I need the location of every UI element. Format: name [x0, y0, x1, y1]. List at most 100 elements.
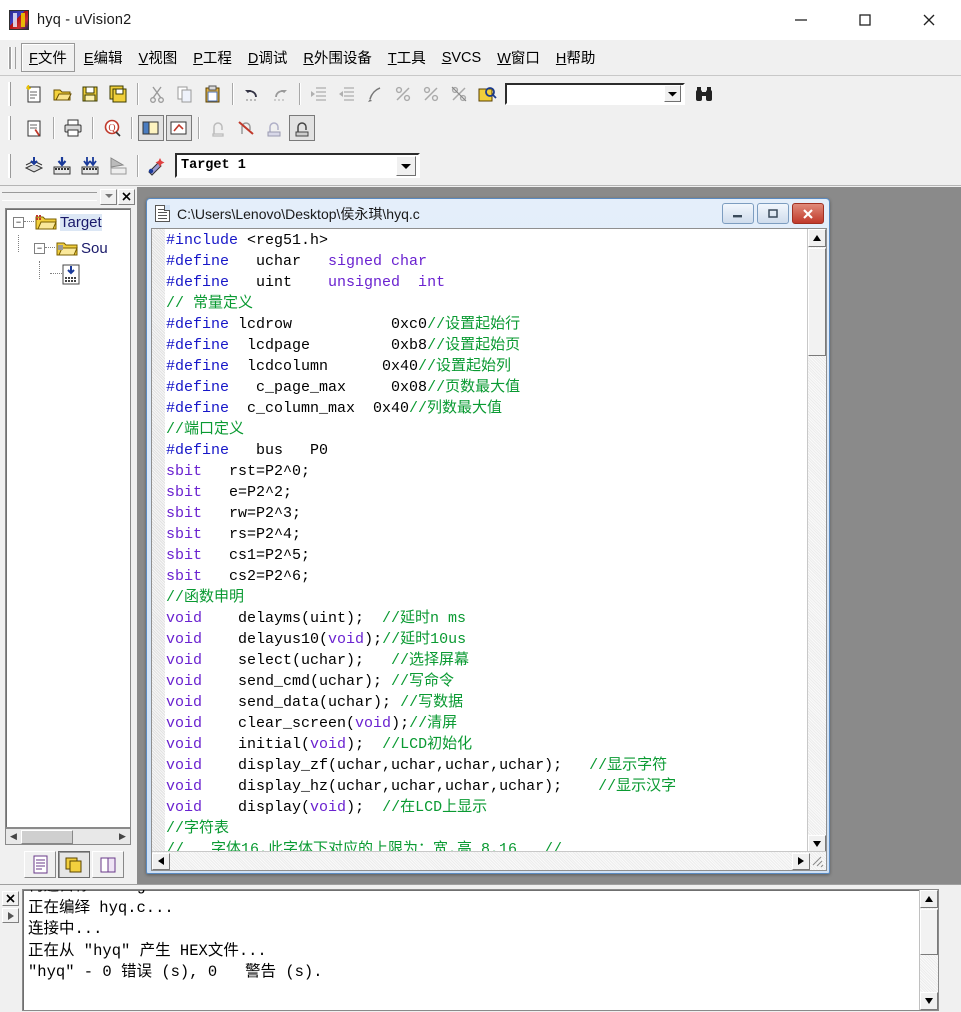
editor-hscrollbar[interactable]	[152, 851, 826, 870]
print-preview-icon[interactable]	[21, 115, 47, 141]
insert-breakpoint-icon[interactable]	[205, 115, 231, 141]
editor-vscrollbar[interactable]	[807, 229, 826, 853]
chevron-down-icon[interactable]	[396, 155, 416, 176]
find-in-files-icon[interactable]	[474, 81, 500, 107]
menu-help[interactable]: H帮助	[549, 44, 602, 71]
scroll-up-icon[interactable]	[808, 229, 826, 247]
minimize-button[interactable]	[769, 0, 833, 39]
menu-edit[interactable]: E编辑	[77, 44, 130, 71]
bookmark-clear-icon[interactable]	[446, 81, 472, 107]
target-select-value: Target 1	[181, 158, 246, 173]
build-toolbar-grip[interactable]	[8, 154, 15, 178]
files-tab[interactable]	[24, 851, 56, 878]
chevron-down-icon[interactable]	[664, 85, 681, 102]
stop-build-icon[interactable]	[105, 153, 131, 179]
tree-node-source-group[interactable]: − Sou	[6, 235, 130, 261]
menu-view[interactable]: V视图	[132, 44, 185, 71]
regs-tab[interactable]	[58, 851, 90, 878]
menu-debug[interactable]: D调试	[241, 44, 294, 71]
target-options-icon[interactable]	[144, 153, 170, 179]
binoculars-find-icon[interactable]	[691, 81, 717, 107]
about-icon[interactable]: Q	[99, 115, 125, 141]
menu-edit-label: 编辑	[93, 51, 123, 67]
project-tree-hscrollbar[interactable]: ◀ ▶	[5, 828, 131, 845]
scroll-left-icon[interactable]: ◀	[6, 829, 21, 844]
undo-icon[interactable]	[239, 81, 265, 107]
tree-expander-source-group[interactable]: −	[34, 242, 45, 254]
bookmark-prev-icon[interactable]	[390, 81, 416, 107]
output-vscrollbar[interactable]	[919, 890, 938, 1010]
editor-gutter[interactable]	[152, 229, 165, 853]
save-all-icon[interactable]	[105, 81, 131, 107]
code-token: );	[346, 736, 383, 753]
build-target-icon[interactable]	[49, 153, 75, 179]
menu-window[interactable]: W窗口	[490, 44, 547, 71]
menu-peripherals[interactable]: R外围设备	[296, 44, 378, 71]
translate-icon[interactable]	[21, 153, 47, 179]
editor-close-button[interactable]	[792, 203, 824, 224]
bookmark-toggle-icon[interactable]	[362, 81, 388, 107]
project-window-icon[interactable]	[138, 114, 164, 141]
vscroll-thumb[interactable]	[808, 248, 826, 356]
editor-minimize-button[interactable]	[722, 203, 754, 224]
rebuild-all-icon[interactable]	[77, 153, 103, 179]
code-token: void	[166, 778, 203, 795]
scroll-right-icon[interactable]: ▶	[115, 829, 130, 844]
panel-menu-icon[interactable]	[100, 188, 117, 205]
save-icon[interactable]	[77, 81, 103, 107]
code-token: <reg51.h>	[247, 232, 329, 249]
build-output-pane[interactable]: 构造目标 'Target 1'正在编绎 hyq.c... 连接中... 正在从 "h…	[22, 889, 939, 1011]
resize-grip-icon[interactable]	[810, 854, 824, 868]
menubar-grip[interactable]	[8, 46, 16, 69]
scroll-right-icon[interactable]	[792, 852, 810, 870]
target-folder-icon	[35, 214, 57, 231]
project-tree[interactable]: − Target − Sou	[5, 208, 131, 828]
scroll-left-icon[interactable]	[152, 852, 170, 870]
file-toolbar-grip[interactable]	[8, 82, 15, 106]
editor-maximize-button[interactable]	[757, 203, 789, 224]
copy-icon[interactable]	[172, 81, 198, 107]
tree-node-target[interactable]: − Target	[6, 209, 130, 235]
bookmark-next-icon[interactable]	[418, 81, 444, 107]
hscroll-thumb[interactable]	[21, 829, 73, 844]
close-button[interactable]	[897, 0, 961, 39]
view-toolbar-grip[interactable]	[8, 116, 15, 140]
open-file-icon[interactable]	[49, 81, 75, 107]
menu-tools[interactable]: T工具	[381, 44, 433, 71]
tree-node-source-file[interactable]	[6, 261, 130, 287]
enable-breakpoint-icon[interactable]	[289, 114, 315, 141]
code-token: //写命令	[391, 673, 455, 690]
close-panel-icon[interactable]	[118, 188, 135, 205]
menu-svcs[interactable]: SVCS	[435, 47, 489, 69]
code-line: sbit rw=P2^3;	[166, 503, 806, 524]
editor-titlebar[interactable]: C:\Users\Lenovo\Desktop\侯永琪\hyq.c	[147, 199, 829, 228]
scroll-down-icon[interactable]	[920, 992, 938, 1010]
kill-all-breakpoints-icon[interactable]	[233, 115, 259, 141]
code-line: sbit rs=P2^4;	[166, 524, 806, 545]
paste-icon[interactable]	[200, 81, 226, 107]
tree-expander-target[interactable]: −	[13, 216, 24, 228]
find-input[interactable]	[507, 85, 664, 102]
find-combo[interactable]	[505, 82, 685, 105]
cut-icon[interactable]	[144, 81, 170, 107]
output-window-icon[interactable]	[166, 114, 192, 141]
close-panel-icon[interactable]	[2, 891, 19, 906]
maximize-button[interactable]	[833, 0, 897, 39]
expand-panel-icon[interactable]	[2, 908, 19, 923]
redo-icon[interactable]	[267, 81, 293, 107]
vscroll-thumb[interactable]	[920, 909, 938, 955]
indent-icon[interactable]	[306, 81, 332, 107]
target-select[interactable]: Target 1	[175, 153, 420, 178]
books-tab[interactable]	[92, 851, 124, 878]
project-window-drag-bar[interactable]	[2, 192, 97, 201]
code-token: uint	[229, 274, 329, 291]
editor-code[interactable]: #include <reg51.h> #define uchar signed c…	[166, 230, 806, 853]
disable-breakpoint-icon[interactable]	[261, 115, 287, 141]
menu-project[interactable]: P工程	[186, 44, 239, 71]
outdent-icon[interactable]	[334, 81, 360, 107]
new-file-icon[interactable]	[21, 81, 47, 107]
code-token: #define	[166, 442, 230, 459]
scroll-up-icon[interactable]	[920, 890, 938, 908]
menu-file[interactable]: F文件	[21, 43, 75, 72]
print-icon[interactable]	[60, 115, 86, 141]
